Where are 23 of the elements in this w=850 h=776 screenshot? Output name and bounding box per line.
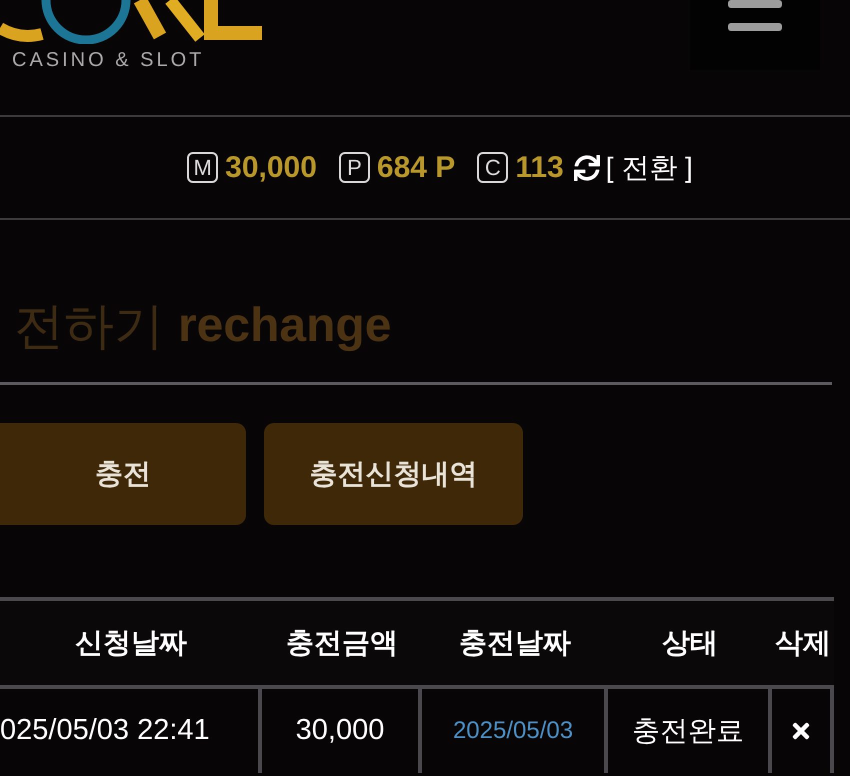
page-subtitle: rechange — [178, 298, 392, 354]
column-header: 충전날짜 — [459, 626, 571, 660]
logo-tagline: CASINO & SLOT — [12, 48, 206, 72]
column-header: 신청날짜 — [75, 626, 187, 660]
menu-icon — [728, 0, 782, 32]
table-cell: 025/05/03 22:41 — [0, 689, 262, 773]
tab-button[interactable]: 충전 — [0, 423, 246, 525]
column-header: 삭제 — [775, 626, 831, 660]
balance-value: 30,000 — [225, 150, 317, 186]
column-header: 상태 — [662, 626, 718, 660]
balance-value: 684 P — [376, 150, 456, 186]
tab-button[interactable]: 충전신청내역 — [264, 423, 523, 525]
balance-value: 113 — [515, 150, 564, 186]
column-header: 충전금액 — [286, 626, 398, 660]
table-cell: 30,000 — [262, 689, 422, 773]
balance-badge: P — [338, 152, 370, 183]
table-cell: 2025/05/03 — [422, 689, 608, 773]
refresh-icon[interactable] — [574, 154, 600, 180]
balance-badge: C — [477, 152, 508, 183]
menu-button[interactable] — [690, 0, 820, 70]
convert-link[interactable]: [ 전환 ] — [606, 146, 693, 188]
table-cell: 충전완료 — [608, 689, 772, 773]
balance-badge: M — [187, 152, 218, 183]
